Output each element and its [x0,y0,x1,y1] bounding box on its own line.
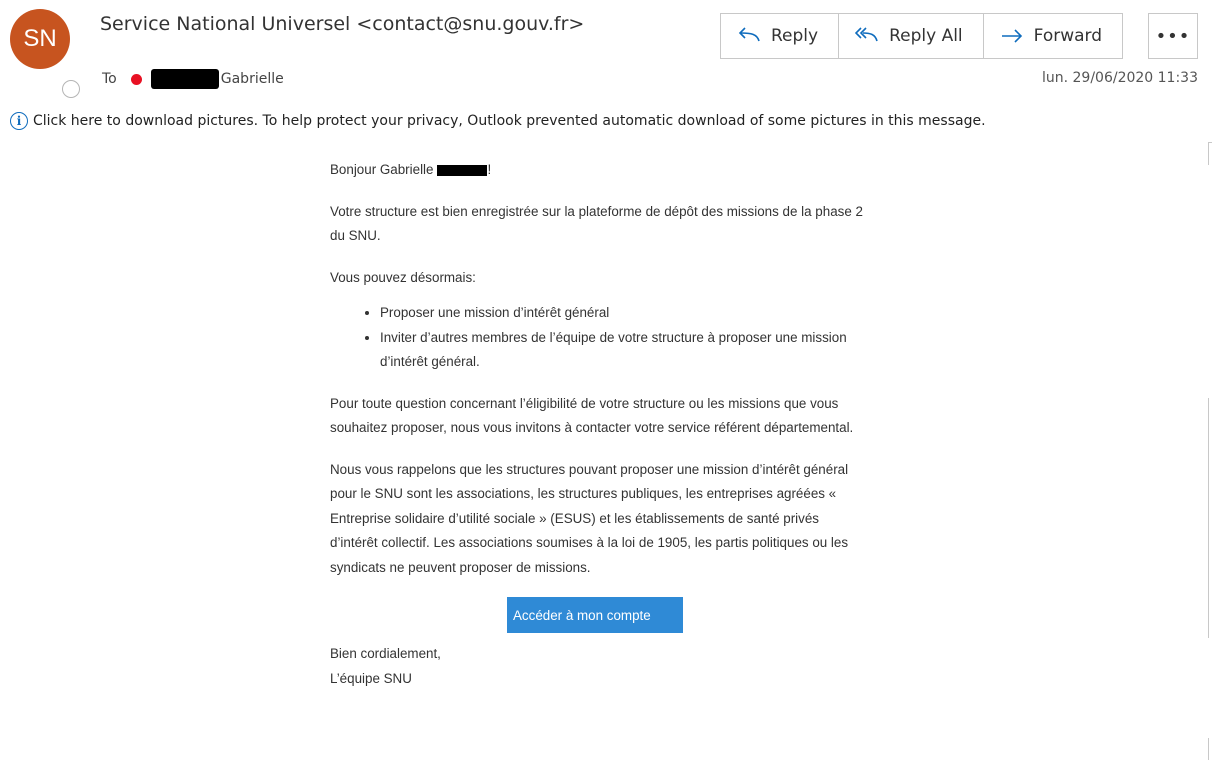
scrollbar-arrow-down[interactable] [1208,738,1212,760]
scrollbar-thumb[interactable] [1208,398,1212,638]
paragraph-questions: Pour toute question concernant l’éligibi… [330,395,854,436]
reply-label: Reply [771,26,819,46]
info-icon: i [10,112,28,130]
sender-name[interactable]: Service National Universel <contact@snu.… [100,13,584,35]
email-body: Bonjour Gabrielle! Votre structure est b… [330,158,870,691]
reply-all-label: Reply All [889,26,963,46]
forward-icon [1001,29,1022,43]
redacted-surname [437,164,488,176]
presence-busy-icon [130,73,142,85]
recipient-row: To Gabrielle [102,68,284,90]
reply-all-button[interactable]: Reply All [839,14,984,58]
more-icon: ••• [1155,25,1191,47]
scrollbar-arrow-up[interactable] [1208,142,1212,165]
list-item: Proposer une mission d’intérêt général [380,301,870,326]
paragraph-intro-list: Vous pouvez désormais: [330,269,476,285]
recipient-name[interactable]: Gabrielle [221,71,284,87]
more-actions-button[interactable]: ••• [1148,13,1198,59]
greeting: Bonjour Gabrielle! [330,162,492,177]
forward-label: Forward [1033,26,1103,46]
message-actions: Reply Reply All Forward [720,13,1124,59]
access-account-button[interactable]: Accéder à mon compte [507,597,683,633]
paragraph-eligibility: Nous vous rappelons que les structures p… [330,461,849,575]
paragraph-registration: Votre structure est bien enregistrée sur… [330,203,863,244]
avatar-initials: SN [23,25,57,52]
options-list: Proposer une mission d’intérêt général I… [330,301,870,375]
sender-avatar[interactable]: SN [10,9,70,69]
reply-all-icon [855,27,878,42]
reply-icon [738,27,760,42]
signoff: Bien cordialement, [330,646,441,661]
download-pictures-text[interactable]: Click here to download pictures. To help… [33,113,986,129]
list-item: Inviter d’autres membres de l’équipe de … [380,326,870,375]
to-label: To [102,71,117,87]
received-date: lun. 29/06/2020 11:33 [1041,70,1198,86]
redacted-name [150,69,219,89]
download-pictures-bar[interactable]: i Click here to download pictures. To he… [10,108,986,134]
reply-button[interactable]: Reply [721,14,840,58]
presence-status-icon [62,80,80,98]
forward-button[interactable]: Forward [983,14,1123,58]
signature: L’équipe SNU [330,670,412,686]
